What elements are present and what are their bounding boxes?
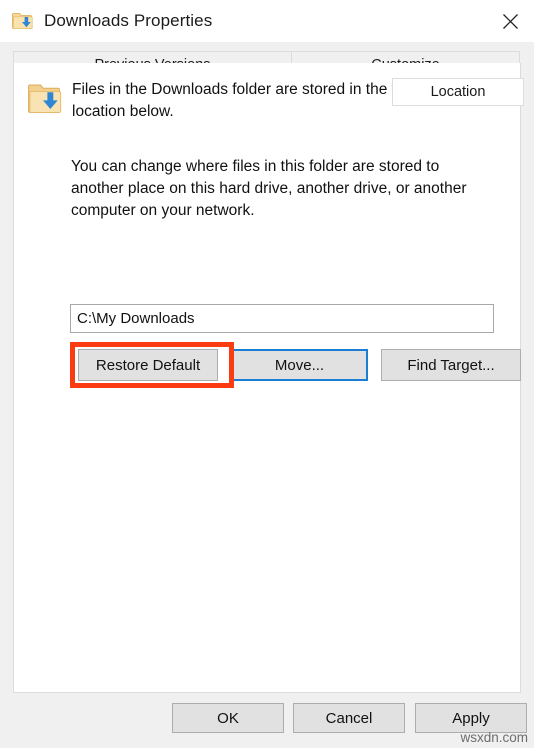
button-label: Restore Default [95,356,201,374]
button-label: Cancel [325,709,373,727]
restore-default-button[interactable]: Restore Default [78,349,218,381]
move-button[interactable]: Move... [231,349,368,381]
button-label: Move... [274,356,325,374]
tab-location[interactable]: Location [392,78,524,106]
title-bar: Downloads Properties [0,0,534,42]
watermark: wsxdn.com [460,730,528,745]
cancel-button[interactable]: Cancel [293,703,405,733]
description-text: You can change where files in this folde… [71,158,467,219]
button-label: Apply [452,709,490,727]
properties-dialog: Downloads Properties Previous Versions C… [0,0,534,748]
window-title: Downloads Properties [44,11,213,30]
apply-button[interactable]: Apply [415,703,527,733]
downloads-folder-icon [28,81,62,117]
tab-label: Location [430,84,486,100]
location-tab-panel: Files in the Downloads folder are stored… [13,63,521,693]
dialog-footer: OK Cancel Apply [0,693,534,748]
folder-path-input[interactable] [70,304,494,333]
find-target-button[interactable]: Find Target... [381,349,521,381]
button-label: OK [217,709,239,727]
close-icon[interactable] [486,0,534,42]
downloads-folder-icon [12,10,34,32]
ok-button[interactable]: OK [172,703,284,733]
button-label: Find Target... [407,356,495,374]
